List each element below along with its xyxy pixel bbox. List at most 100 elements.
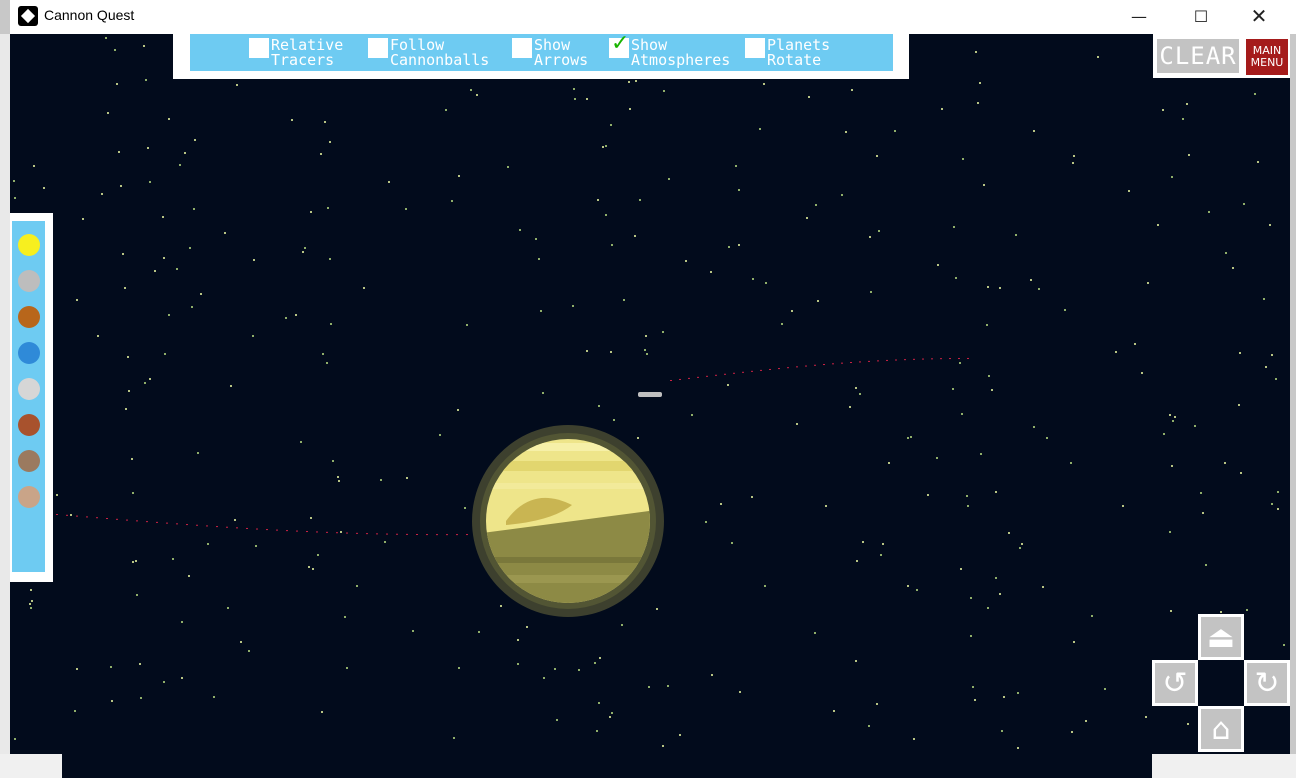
trail-dot bbox=[56, 514, 58, 515]
planets-rotate-checkbox[interactable] bbox=[745, 38, 765, 58]
trail-dot bbox=[868, 360, 870, 362]
clear-button-label: CLEAR bbox=[1157, 39, 1239, 73]
palette-planet-asteroid[interactable] bbox=[18, 450, 40, 472]
trail-dot bbox=[76, 515, 78, 517]
trail-dot bbox=[426, 534, 428, 536]
trail-dot bbox=[922, 358, 924, 360]
trail-dot bbox=[697, 376, 699, 378]
trail-dot bbox=[832, 363, 834, 365]
trail-dot bbox=[769, 368, 771, 370]
option-show-atmospheres[interactable]: ✓ Show Atmospheres bbox=[609, 34, 731, 70]
trail-dot bbox=[796, 366, 798, 368]
palette-planet-mars[interactable] bbox=[18, 306, 40, 328]
planet-yellow[interactable] bbox=[472, 425, 664, 617]
main-menu-label: MENU bbox=[1250, 56, 1284, 69]
desktop-background-bottom bbox=[0, 754, 1296, 778]
palette-planet-moon-gray[interactable] bbox=[18, 270, 40, 292]
cannon-ship[interactable] bbox=[638, 392, 662, 397]
maximize-button[interactable]: ☐ bbox=[1178, 0, 1224, 32]
trail-dot bbox=[106, 518, 108, 520]
trail-dot bbox=[670, 380, 672, 381]
trail-dot bbox=[787, 367, 789, 369]
palette-planet-comet[interactable] bbox=[18, 486, 40, 508]
home-icon: ⌂ bbox=[1201, 709, 1241, 749]
trail-dot bbox=[456, 534, 458, 536]
trail-dot bbox=[96, 517, 98, 519]
trail-dot bbox=[66, 514, 68, 516]
trail-dot bbox=[877, 360, 879, 362]
trail-dot bbox=[286, 530, 288, 532]
option-planets-rotate[interactable]: Planets Rotate bbox=[745, 38, 830, 70]
option-follow-cannonballs[interactable]: Follow Cannonballs bbox=[368, 38, 489, 70]
eject-icon: ⏏ bbox=[1201, 617, 1241, 657]
trail-dot bbox=[715, 374, 717, 376]
clear-button[interactable]: CLEAR bbox=[1153, 34, 1243, 78]
trail-dot bbox=[688, 377, 690, 379]
trail-dot bbox=[86, 516, 88, 518]
option-show-arrows[interactable]: Show Arrows bbox=[512, 38, 588, 70]
rotate-left-button[interactable]: ↺ bbox=[1152, 660, 1198, 706]
relative-tracers-checkbox[interactable] bbox=[249, 38, 269, 58]
trail-dot bbox=[416, 534, 418, 536]
trail-dot bbox=[895, 359, 897, 361]
palette-planet-sun[interactable] bbox=[18, 234, 40, 256]
trail-dot bbox=[733, 372, 735, 374]
trail-dot bbox=[931, 358, 933, 360]
show-arrows-checkbox[interactable] bbox=[512, 38, 532, 58]
trail-dot bbox=[306, 531, 308, 533]
follow-cannonballs-checkbox[interactable] bbox=[368, 38, 388, 58]
trail-dot bbox=[967, 357, 969, 359]
trail-dot bbox=[814, 364, 816, 366]
desktop-background bbox=[0, 34, 10, 778]
trail-dot bbox=[742, 371, 744, 373]
trail-dot bbox=[706, 375, 708, 377]
palette-planet-jupiter[interactable] bbox=[18, 414, 40, 436]
trail-dot bbox=[376, 533, 378, 535]
trail-dot bbox=[958, 357, 960, 359]
rotate-right-button[interactable]: ↻ bbox=[1244, 660, 1290, 706]
option-label: Atmospheres bbox=[631, 51, 731, 69]
option-label: Tracers bbox=[271, 51, 335, 69]
trail-dot bbox=[679, 378, 681, 380]
option-label: Rotate bbox=[767, 51, 822, 69]
trail-dot bbox=[805, 365, 807, 367]
planet-palette bbox=[10, 213, 53, 582]
trail-dot bbox=[186, 524, 188, 526]
trail-dot bbox=[436, 534, 438, 536]
trail-dot bbox=[386, 533, 388, 535]
trail-dot bbox=[226, 526, 228, 528]
trail-dot bbox=[823, 364, 825, 366]
home-button[interactable]: ⌂ bbox=[1198, 706, 1244, 752]
close-button[interactable]: ✕ bbox=[1236, 0, 1282, 32]
option-label: Cannonballs bbox=[390, 51, 490, 69]
option-relative-tracers[interactable]: Relative Tracers bbox=[249, 38, 343, 70]
trail-dot bbox=[466, 534, 468, 536]
planet-graphic bbox=[472, 425, 664, 617]
trail-dot bbox=[206, 525, 208, 527]
trail-dot bbox=[751, 370, 753, 372]
trail-dot bbox=[216, 526, 218, 528]
thrust-up-button[interactable]: ⏏ bbox=[1198, 614, 1244, 660]
trail-dot bbox=[396, 533, 398, 535]
main-menu-button[interactable]: MAIN MENU bbox=[1243, 34, 1290, 78]
trail-dot bbox=[841, 362, 843, 364]
trail-dot bbox=[326, 531, 328, 533]
option-label: Arrows bbox=[534, 51, 589, 69]
palette-planet-moon-white[interactable] bbox=[18, 378, 40, 400]
checkmark-icon: ✓ bbox=[611, 34, 630, 56]
rotate-right-icon: ↻ bbox=[1247, 663, 1287, 703]
trail-dot bbox=[778, 368, 780, 370]
trail-dot bbox=[196, 524, 198, 526]
trail-dot bbox=[276, 529, 278, 531]
trail-dot bbox=[724, 373, 726, 375]
trail-dot bbox=[760, 369, 762, 371]
trail-dot bbox=[246, 527, 248, 529]
palette-planet-earth[interactable] bbox=[18, 342, 40, 364]
trail-dot bbox=[336, 532, 338, 534]
game-canvas[interactable]: Relative Tracers Follow Cannonballs Show Ar… bbox=[10, 34, 1290, 754]
trail-dot bbox=[940, 358, 942, 360]
show-atmospheres-checkbox[interactable]: ✓ bbox=[609, 34, 629, 58]
trail-dot bbox=[346, 532, 348, 534]
trail-dot bbox=[850, 362, 852, 364]
minimize-button[interactable]: — bbox=[1116, 0, 1162, 32]
